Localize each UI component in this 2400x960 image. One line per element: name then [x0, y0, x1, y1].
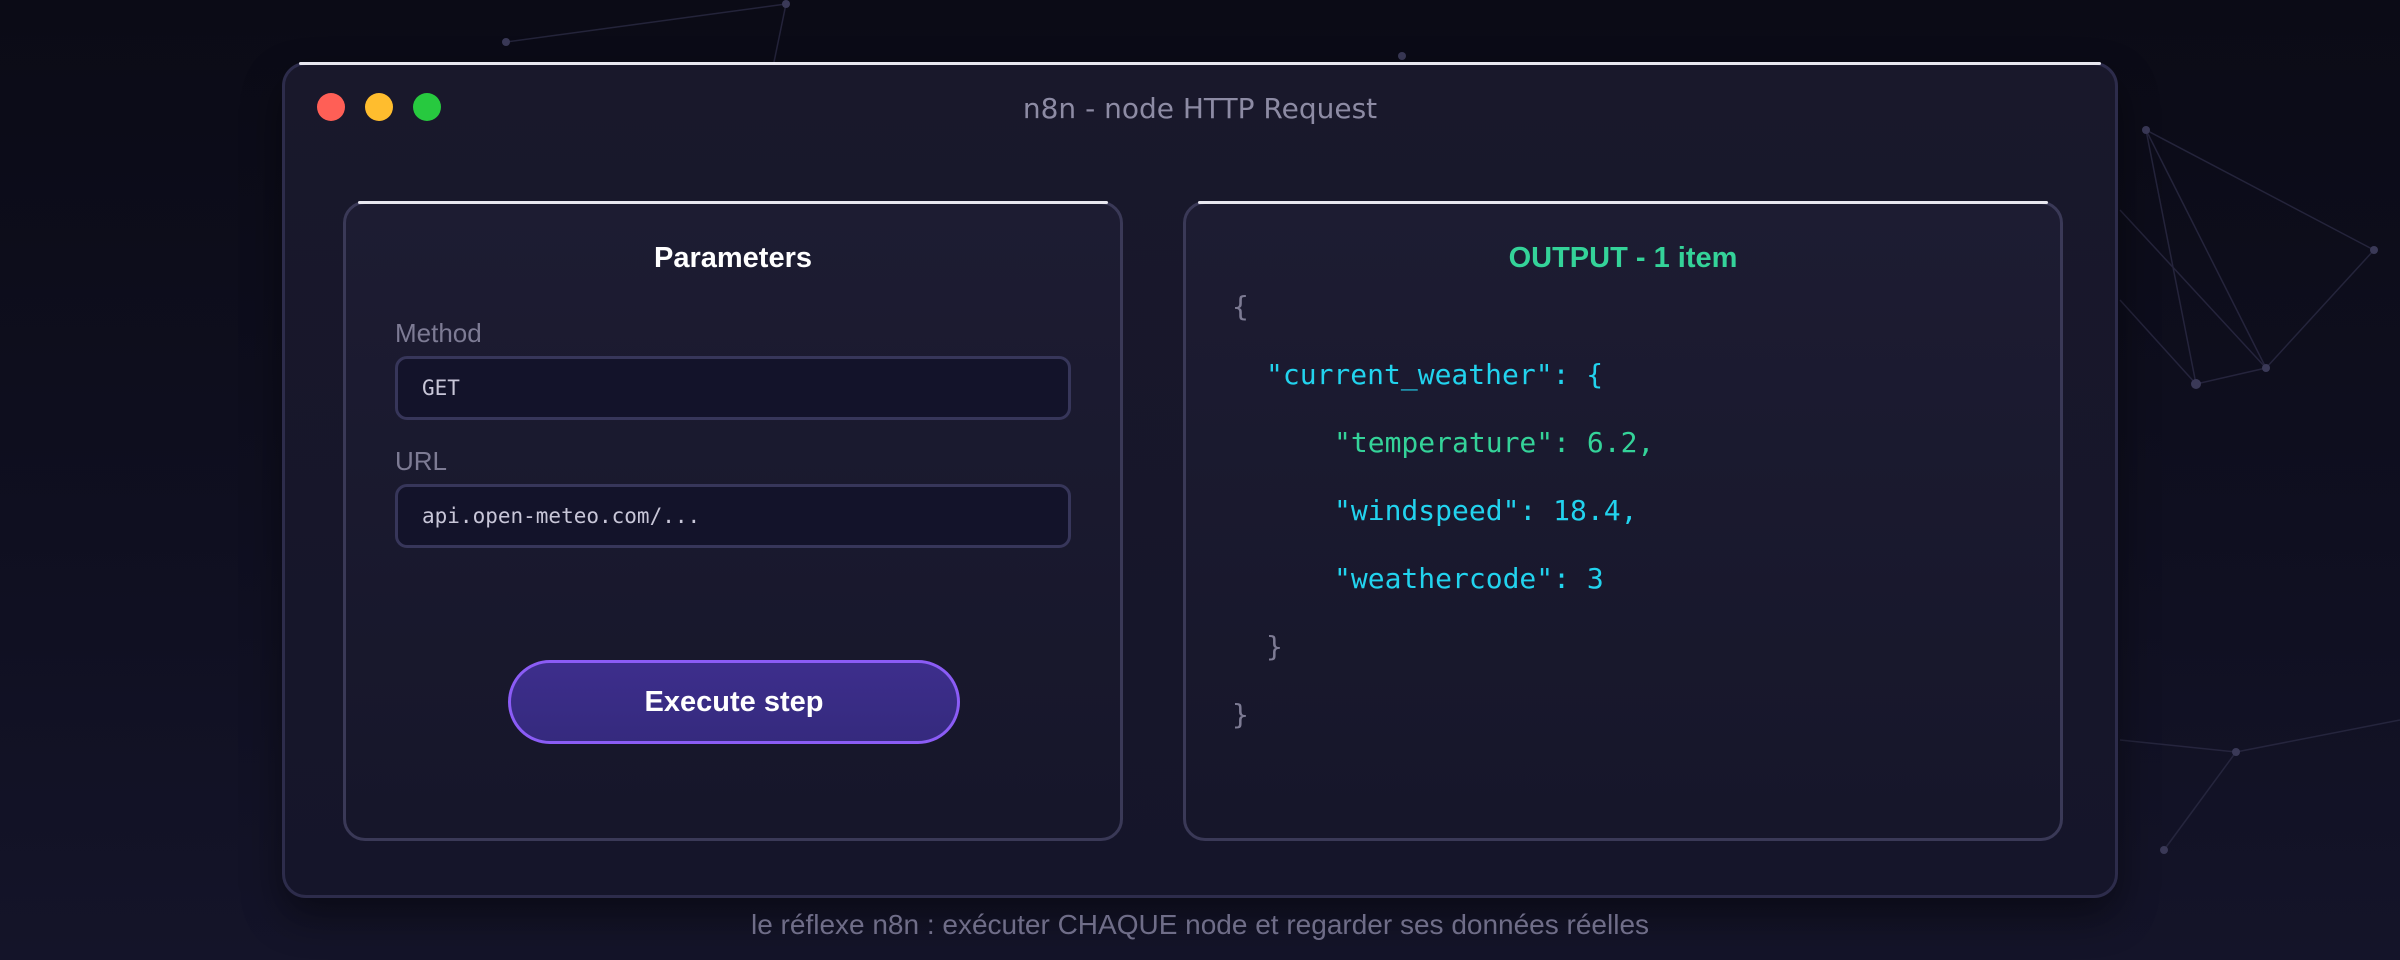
- parameters-title: Parameters: [654, 242, 812, 274]
- json-line: {: [1232, 290, 1249, 323]
- json-line: "windspeed": 18.4,: [1334, 494, 1638, 527]
- execute-step-button[interactable]: Execute step: [508, 660, 960, 744]
- window-title: n8n - node HTTP Request: [1022, 92, 1378, 125]
- output-panel-highlight: [1198, 201, 2048, 204]
- url-input[interactable]: api.open-meteo.com/...: [395, 484, 1071, 548]
- output-panel: OUTPUT - 1 item { "current_weather": { "…: [1183, 201, 2063, 841]
- json-line: "current_weather": {: [1266, 358, 1604, 391]
- parameters-panel: Parameters Method GET URL api.open-meteo…: [343, 201, 1123, 841]
- parameters-panel-highlight: [358, 201, 1108, 204]
- window-top-highlight: [299, 62, 2101, 65]
- method-label: Method: [395, 318, 482, 348]
- method-select[interactable]: GET: [395, 356, 1071, 420]
- caption-text: le réflexe n8n : exécuter CHAQUE node et…: [750, 909, 1650, 940]
- json-line: }: [1266, 630, 1283, 663]
- json-line: }: [1232, 698, 1249, 731]
- app-window: n8n - node HTTP Request Parameters Metho…: [282, 62, 2118, 898]
- url-label: URL: [395, 446, 448, 476]
- json-line: "temperature": 6.2,: [1334, 426, 1655, 459]
- json-line: "weathercode": 3: [1334, 562, 1604, 595]
- output-title: OUTPUT - 1 item: [1508, 242, 1738, 274]
